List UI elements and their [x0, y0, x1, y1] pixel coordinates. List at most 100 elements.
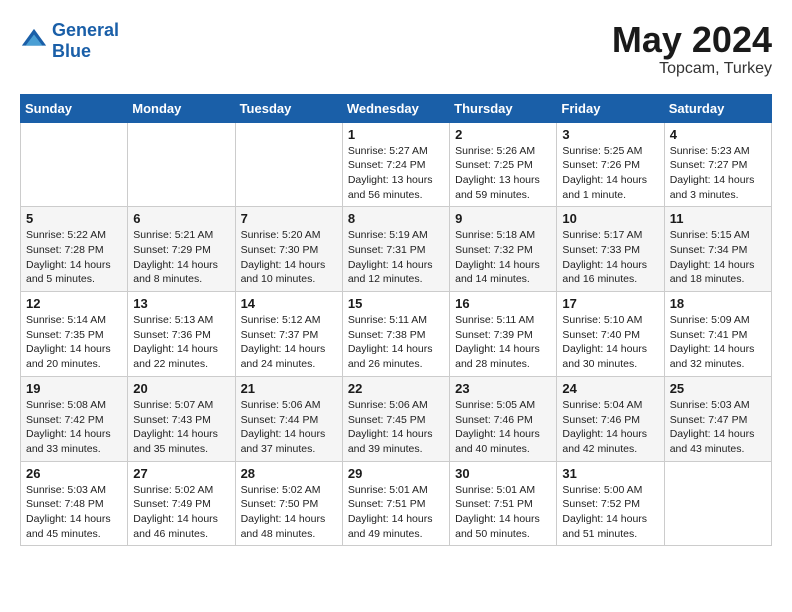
- calendar-cell: 19 Sunrise: 5:08 AMSunset: 7:42 PMDayligh…: [21, 376, 128, 461]
- day-info: Sunrise: 5:19 AMSunset: 7:31 PMDaylight:…: [348, 228, 444, 287]
- day-number: 22: [348, 381, 444, 396]
- calendar-cell: 1 Sunrise: 5:27 AMSunset: 7:24 PMDaylight…: [342, 122, 449, 207]
- day-number: 16: [455, 296, 551, 311]
- day-number: 5: [26, 211, 122, 226]
- day-number: 18: [670, 296, 766, 311]
- page-header: General Blue May 2024 Topcam, Turkey: [20, 20, 772, 78]
- day-info: Sunrise: 5:01 AMSunset: 7:51 PMDaylight:…: [455, 483, 551, 542]
- day-number: 26: [26, 466, 122, 481]
- calendar-cell: 21 Sunrise: 5:06 AMSunset: 7:44 PMDayligh…: [235, 376, 342, 461]
- day-info: Sunrise: 5:08 AMSunset: 7:42 PMDaylight:…: [26, 398, 122, 457]
- day-info: Sunrise: 5:21 AMSunset: 7:29 PMDaylight:…: [133, 228, 229, 287]
- day-number: 20: [133, 381, 229, 396]
- calendar-cell: 10Sunrise: 5:17 AMSunset: 7:33 PMDayligh…: [557, 207, 664, 292]
- calendar-table: SundayMondayTuesdayWednesdayThursdayFrid…: [20, 94, 772, 547]
- day-of-week-wednesday: Wednesday: [342, 94, 449, 122]
- day-info: Sunrise: 5:26 AMSunset: 7:25 PMDaylight:…: [455, 144, 551, 203]
- day-info: Sunrise: 5:10 AMSunset: 7:40 PMDaylight:…: [562, 313, 658, 372]
- day-number: 21: [241, 381, 337, 396]
- day-info: Sunrise: 5:05 AMSunset: 7:46 PMDaylight:…: [455, 398, 551, 457]
- calendar-cell: 15 Sunrise: 5:11 AMSunset: 7:38 PMDayligh…: [342, 292, 449, 377]
- day-of-week-sunday: Sunday: [21, 94, 128, 122]
- day-number: 3: [562, 127, 658, 142]
- calendar-cell: 30 Sunrise: 5:01 AMSunset: 7:51 PMDayligh…: [450, 461, 557, 546]
- day-info: Sunrise: 5:09 AMSunset: 7:41 PMDaylight:…: [670, 313, 766, 372]
- day-info: Sunrise: 5:03 AMSunset: 7:47 PMDaylight:…: [670, 398, 766, 457]
- day-number: 17: [562, 296, 658, 311]
- calendar-cell: 26 Sunrise: 5:03 AMSunset: 7:48 PMDayligh…: [21, 461, 128, 546]
- day-number: 1: [348, 127, 444, 142]
- day-number: 6: [133, 211, 229, 226]
- day-info: Sunrise: 5:25 AMSunset: 7:26 PMDaylight:…: [562, 144, 658, 203]
- calendar-cell: 9 Sunrise: 5:18 AMSunset: 7:32 PMDaylight…: [450, 207, 557, 292]
- calendar-cell: 23 Sunrise: 5:05 AMSunset: 7:46 PMDayligh…: [450, 376, 557, 461]
- calendar-header: SundayMondayTuesdayWednesdayThursdayFrid…: [21, 94, 772, 122]
- calendar-cell: 8 Sunrise: 5:19 AMSunset: 7:31 PMDaylight…: [342, 207, 449, 292]
- day-number: 24: [562, 381, 658, 396]
- day-number: 30: [455, 466, 551, 481]
- calendar-cell: 16 Sunrise: 5:11 AMSunset: 7:39 PMDayligh…: [450, 292, 557, 377]
- day-info: Sunrise: 5:07 AMSunset: 7:43 PMDaylight:…: [133, 398, 229, 457]
- day-number: 8: [348, 211, 444, 226]
- day-number: 4: [670, 127, 766, 142]
- calendar-cell: 28 Sunrise: 5:02 AMSunset: 7:50 PMDayligh…: [235, 461, 342, 546]
- day-info: Sunrise: 5:12 AMSunset: 7:37 PMDaylight:…: [241, 313, 337, 372]
- day-info: Sunrise: 5:23 AMSunset: 7:27 PMDaylight:…: [670, 144, 766, 203]
- day-number: 19: [26, 381, 122, 396]
- calendar-cell: 7Sunrise: 5:20 AMSunset: 7:30 PMDaylight…: [235, 207, 342, 292]
- day-number: 29: [348, 466, 444, 481]
- logo-text: General Blue: [52, 20, 119, 62]
- day-number: 28: [241, 466, 337, 481]
- day-info: Sunrise: 5:04 AMSunset: 7:46 PMDaylight:…: [562, 398, 658, 457]
- calendar-cell: 22 Sunrise: 5:06 AMSunset: 7:45 PMDayligh…: [342, 376, 449, 461]
- calendar-cell: 29 Sunrise: 5:01 AMSunset: 7:51 PMDayligh…: [342, 461, 449, 546]
- day-of-week-friday: Friday: [557, 94, 664, 122]
- day-info: Sunrise: 5:11 AMSunset: 7:38 PMDaylight:…: [348, 313, 444, 372]
- day-number: 23: [455, 381, 551, 396]
- day-number: 7: [241, 211, 337, 226]
- day-info: Sunrise: 5:13 AMSunset: 7:36 PMDaylight:…: [133, 313, 229, 372]
- day-number: 31: [562, 466, 658, 481]
- logo: General Blue: [20, 20, 119, 62]
- day-of-week-monday: Monday: [128, 94, 235, 122]
- calendar-cell: [235, 122, 342, 207]
- day-number: 13: [133, 296, 229, 311]
- day-info: Sunrise: 5:18 AMSunset: 7:32 PMDaylight:…: [455, 228, 551, 287]
- calendar-cell: 3 Sunrise: 5:25 AMSunset: 7:26 PMDaylight…: [557, 122, 664, 207]
- calendar-cell: 5 Sunrise: 5:22 AMSunset: 7:28 PMDaylight…: [21, 207, 128, 292]
- calendar-cell: 4 Sunrise: 5:23 AMSunset: 7:27 PMDaylight…: [664, 122, 771, 207]
- day-number: 15: [348, 296, 444, 311]
- day-number: 27: [133, 466, 229, 481]
- calendar-cell: [664, 461, 771, 546]
- calendar-cell: 24 Sunrise: 5:04 AMSunset: 7:46 PMDayligh…: [557, 376, 664, 461]
- day-info: Sunrise: 5:06 AMSunset: 7:44 PMDaylight:…: [241, 398, 337, 457]
- day-of-week-tuesday: Tuesday: [235, 94, 342, 122]
- calendar-cell: [128, 122, 235, 207]
- day-info: Sunrise: 5:11 AMSunset: 7:39 PMDaylight:…: [455, 313, 551, 372]
- day-number: 9: [455, 211, 551, 226]
- day-number: 12: [26, 296, 122, 311]
- day-info: Sunrise: 5:27 AMSunset: 7:24 PMDaylight:…: [348, 144, 444, 203]
- calendar-cell: 31Sunrise: 5:00 AMSunset: 7:52 PMDayligh…: [557, 461, 664, 546]
- day-info: Sunrise: 5:17 AMSunset: 7:33 PMDaylight:…: [562, 228, 658, 287]
- day-number: 11: [670, 211, 766, 226]
- day-info: Sunrise: 5:01 AMSunset: 7:51 PMDaylight:…: [348, 483, 444, 542]
- day-info: Sunrise: 5:03 AMSunset: 7:48 PMDaylight:…: [26, 483, 122, 542]
- calendar-cell: 27 Sunrise: 5:02 AMSunset: 7:49 PMDayligh…: [128, 461, 235, 546]
- calendar-cell: 6 Sunrise: 5:21 AMSunset: 7:29 PMDaylight…: [128, 207, 235, 292]
- day-info: Sunrise: 5:15 AMSunset: 7:34 PMDaylight:…: [670, 228, 766, 287]
- day-info: Sunrise: 5:06 AMSunset: 7:45 PMDaylight:…: [348, 398, 444, 457]
- day-info: Sunrise: 5:22 AMSunset: 7:28 PMDaylight:…: [26, 228, 122, 287]
- logo-icon: [20, 27, 48, 55]
- day-info: Sunrise: 5:02 AMSunset: 7:49 PMDaylight:…: [133, 483, 229, 542]
- day-number: 14: [241, 296, 337, 311]
- calendar-month-year: May 2024: [612, 20, 772, 60]
- day-of-week-thursday: Thursday: [450, 94, 557, 122]
- calendar-cell: [21, 122, 128, 207]
- calendar-cell: 12Sunrise: 5:14 AMSunset: 7:35 PMDayligh…: [21, 292, 128, 377]
- day-of-week-saturday: Saturday: [664, 94, 771, 122]
- calendar-cell: 2 Sunrise: 5:26 AMSunset: 7:25 PMDaylight…: [450, 122, 557, 207]
- calendar-cell: 13 Sunrise: 5:13 AMSunset: 7:36 PMDayligh…: [128, 292, 235, 377]
- day-number: 2: [455, 127, 551, 142]
- day-info: Sunrise: 5:02 AMSunset: 7:50 PMDaylight:…: [241, 483, 337, 542]
